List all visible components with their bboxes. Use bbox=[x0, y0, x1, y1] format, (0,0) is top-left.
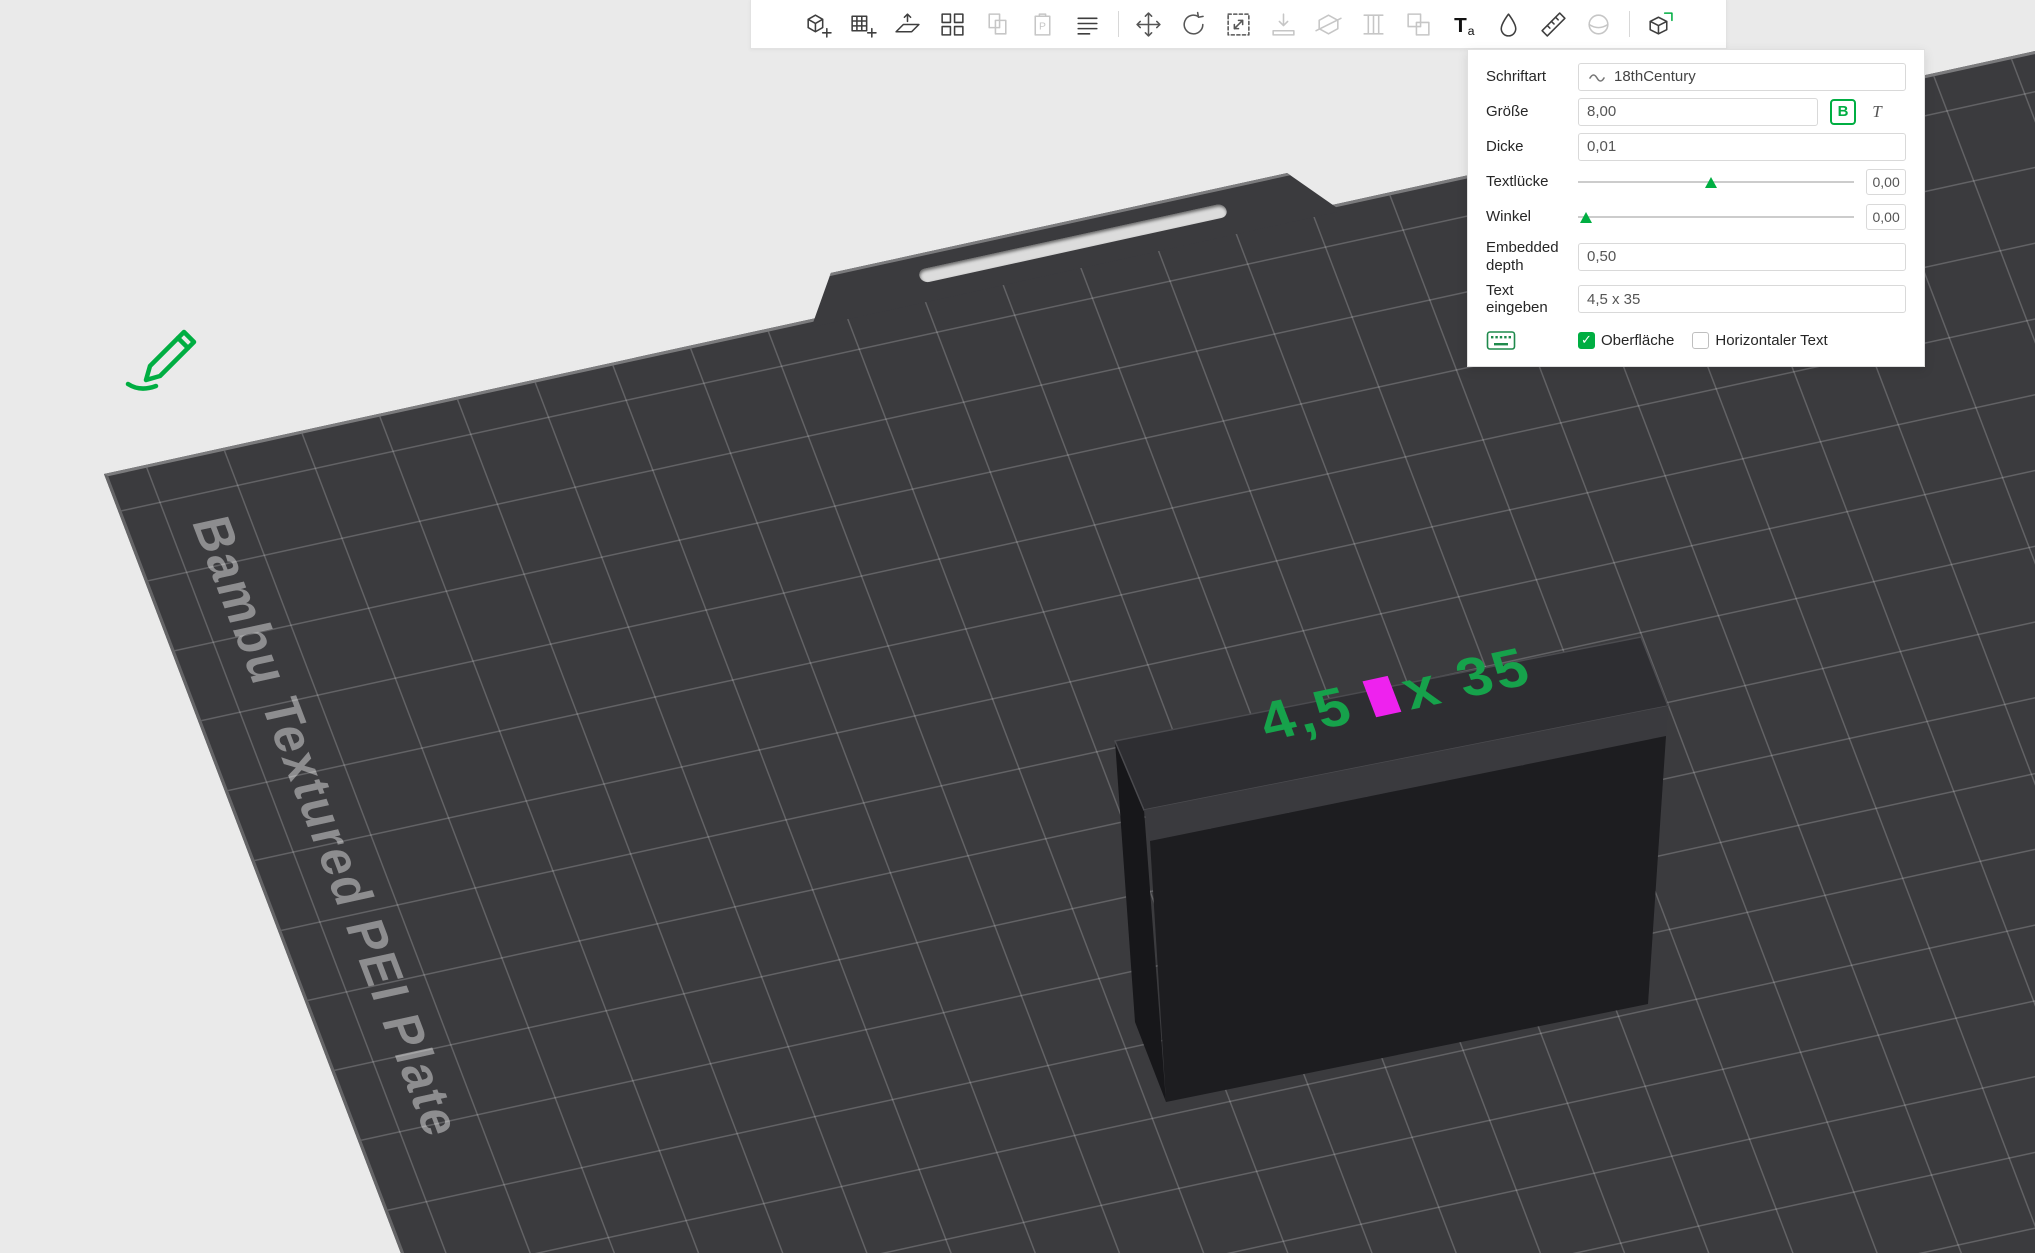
text-gap-slider[interactable] bbox=[1578, 172, 1855, 192]
embedded-depth-label: Embedded depth bbox=[1486, 239, 1559, 274]
thickness-label: Dicke bbox=[1486, 137, 1524, 155]
flatten-button[interactable] bbox=[1266, 6, 1302, 42]
size-label: Größe bbox=[1486, 102, 1529, 120]
angle-label: Winkel bbox=[1486, 207, 1532, 225]
size-row: Größe B T bbox=[1486, 94, 1906, 129]
angle-slider-track[interactable] bbox=[1578, 215, 1855, 218]
size-input[interactable] bbox=[1578, 97, 1818, 126]
seam-button[interactable] bbox=[1581, 6, 1617, 42]
svg-text:P: P bbox=[1039, 21, 1046, 32]
angle-slider-marker[interactable] bbox=[1580, 211, 1593, 223]
text-tool-panel: Schriftart 18thCentury Größe B T Dicke T… bbox=[1467, 49, 1925, 367]
color-paint-button[interactable] bbox=[1491, 6, 1527, 42]
options-row: Oberfläche Horizontaler Text bbox=[1486, 319, 1906, 361]
paste-button[interactable]: P bbox=[1025, 6, 1061, 42]
app-window: Bambu Textured PEI Plate 4,5 x 35 P T a … bbox=[0, 0, 2035, 1253]
font-label: Schriftart bbox=[1486, 67, 1547, 85]
measure-button[interactable] bbox=[1536, 6, 1572, 42]
move-button[interactable] bbox=[1131, 6, 1167, 42]
add-object-button[interactable] bbox=[800, 6, 836, 42]
copy-button[interactable] bbox=[980, 6, 1016, 42]
angle-slider[interactable] bbox=[1578, 207, 1855, 227]
keyboard-icon[interactable] bbox=[1486, 330, 1516, 351]
surface-checkbox-label: Oberfläche bbox=[1601, 331, 1675, 349]
layers-button[interactable] bbox=[1070, 6, 1106, 42]
font-select-value: 18thCentury bbox=[1614, 68, 1696, 85]
add-plate-button[interactable] bbox=[845, 6, 881, 42]
auto-orient-button[interactable] bbox=[890, 6, 926, 42]
gap-slider-marker[interactable] bbox=[1704, 176, 1717, 188]
font-row: Schriftart 18thCentury bbox=[1486, 59, 1906, 94]
text-input-row: Text eingeben bbox=[1486, 279, 1906, 319]
surface-checkbox[interactable] bbox=[1578, 331, 1595, 349]
horizontal-text-checkbox[interactable] bbox=[1692, 331, 1710, 349]
support-paint-button[interactable] bbox=[1356, 6, 1392, 42]
angle-value[interactable]: 0,00 bbox=[1866, 203, 1906, 230]
thickness-row: Dicke bbox=[1486, 129, 1906, 164]
text-input-label: Text eingeben bbox=[1486, 281, 1548, 316]
text-gap-label: Textlücke bbox=[1486, 172, 1549, 190]
text-gap-value[interactable]: 0,00 bbox=[1866, 168, 1906, 195]
text-tool-button[interactable]: T a bbox=[1446, 6, 1482, 42]
embedded-depth-input[interactable] bbox=[1578, 242, 1906, 271]
text-input[interactable] bbox=[1578, 285, 1906, 313]
font-select[interactable]: 18thCentury bbox=[1578, 62, 1906, 91]
embedded-depth-row: Embedded depth bbox=[1486, 234, 1906, 279]
scale-button[interactable] bbox=[1221, 6, 1257, 42]
arrange-button[interactable] bbox=[935, 6, 971, 42]
toolbar: P T a bbox=[750, 0, 1727, 49]
thickness-input[interactable] bbox=[1578, 132, 1906, 161]
text-gap-row: Textlücke 0,00 bbox=[1486, 164, 1906, 199]
italic-button[interactable]: T bbox=[1866, 99, 1888, 125]
svg-text:a: a bbox=[1468, 23, 1475, 37]
svg-text:T: T bbox=[1454, 13, 1467, 36]
toolbar-separator bbox=[1117, 11, 1119, 37]
angle-row: Winkel 0,00 bbox=[1486, 199, 1906, 234]
mesh-boolean-button[interactable] bbox=[1401, 6, 1437, 42]
assembly-view-button[interactable] bbox=[1642, 6, 1678, 42]
bold-button[interactable]: B bbox=[1830, 98, 1856, 125]
toolbar-separator bbox=[1628, 11, 1630, 37]
font-preview-icon bbox=[1589, 73, 1605, 82]
horizontal-text-checkbox-label: Horizontaler Text bbox=[1715, 331, 1828, 349]
cut-button[interactable] bbox=[1311, 6, 1347, 42]
rotate-button[interactable] bbox=[1176, 6, 1212, 42]
